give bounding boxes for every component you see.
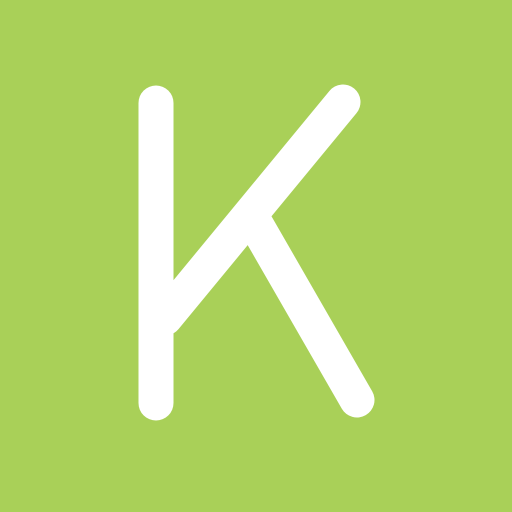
letter-tile: K [0,0,512,512]
k-lower-leg [236,203,375,418]
letter-k-glyph [138,84,375,421]
